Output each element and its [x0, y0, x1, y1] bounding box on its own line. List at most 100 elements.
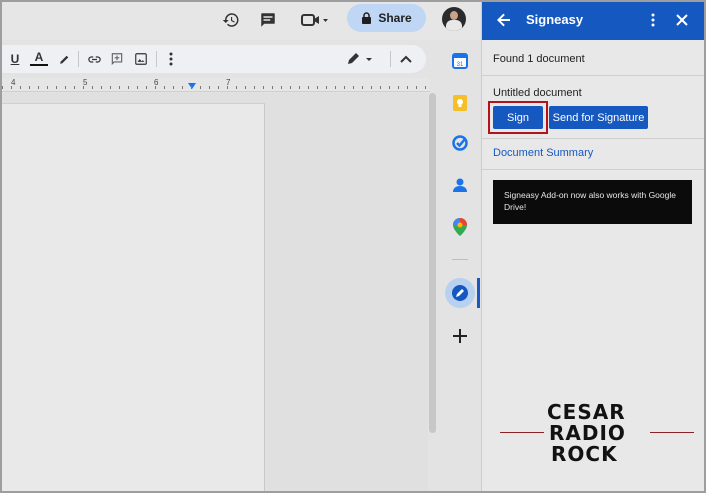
ruler-tick [290, 86, 291, 89]
editing-mode-icon[interactable] [344, 50, 376, 68]
maps-icon[interactable] [449, 216, 471, 238]
ruler-tick [272, 86, 273, 89]
ruler-tick [2, 86, 3, 89]
ruler-tick [38, 86, 39, 89]
docs-top-bar: Share [0, 0, 480, 40]
active-addon-indicator [477, 278, 480, 308]
ruler-tick [245, 86, 246, 89]
ruler-tick [128, 86, 129, 89]
lock-icon [362, 11, 372, 24]
link-icon[interactable] [86, 50, 102, 68]
ruler-tick [317, 86, 318, 89]
back-arrow-icon[interactable] [494, 10, 514, 30]
divider [482, 169, 705, 170]
ruler-tick [380, 86, 381, 89]
ruler-tick [218, 86, 219, 89]
ruler-tick [407, 86, 408, 89]
ruler-tick [326, 86, 327, 89]
ruler-tick [371, 86, 372, 89]
share-button[interactable]: Share [347, 4, 426, 32]
tasks-icon[interactable] [449, 132, 471, 154]
ruler-tick [353, 86, 354, 89]
keep-icon[interactable] [449, 92, 471, 114]
addon-notice-banner: Signeasy Add-on now also works with Goog… [493, 180, 692, 224]
ruler-tick [146, 86, 147, 89]
send-for-signature-button[interactable]: Send for Signature [549, 106, 648, 129]
share-label: Share [378, 11, 412, 25]
vertical-scrollbar[interactable] [429, 93, 436, 433]
ruler-tick [173, 86, 174, 89]
ruler-tick [398, 86, 399, 89]
panel-title: Signeasy [526, 12, 584, 27]
ruler-tick [20, 86, 21, 89]
ruler-tick [335, 86, 336, 89]
signeasy-addon-icon[interactable] [445, 278, 475, 308]
document-summary-link[interactable]: Document Summary [493, 147, 593, 159]
ruler-tick [191, 86, 192, 89]
add-comment-icon[interactable] [109, 50, 125, 68]
divider [482, 75, 705, 76]
insert-image-icon[interactable] [133, 50, 149, 68]
side-panel-divider [452, 259, 468, 260]
contacts-icon[interactable] [449, 174, 471, 196]
ruler-tick [83, 86, 84, 89]
highlight-pen-icon[interactable] [56, 50, 72, 68]
close-icon[interactable] [672, 10, 692, 30]
ruler-tick [164, 86, 165, 89]
version-history-icon[interactable] [220, 9, 242, 31]
ruler-tick [110, 86, 111, 89]
ruler-tick [362, 86, 363, 89]
ruler: 4 5 6 7 [0, 78, 430, 92]
ruler-tick [119, 86, 120, 89]
ruler-tick [254, 86, 255, 89]
ruler-tick [74, 86, 75, 89]
more-options-icon[interactable] [163, 50, 179, 68]
ruler-tick [47, 86, 48, 89]
calendar-icon[interactable]: 31 [449, 50, 471, 72]
ruler-tick [182, 86, 183, 89]
ruler-tick [137, 86, 138, 89]
indent-marker[interactable] [188, 83, 196, 89]
ruler-tick [281, 86, 282, 89]
ruler-tick [344, 86, 345, 89]
ruler-tick [425, 86, 426, 89]
panel-more-icon[interactable] [643, 10, 663, 30]
ruler-tick [236, 86, 237, 89]
ruler-tick [29, 86, 30, 89]
ruler-tick [92, 86, 93, 89]
ruler-tick [416, 86, 417, 89]
text-color-button[interactable]: A [30, 50, 48, 66]
watermark-text: ROCK [551, 442, 618, 466]
ruler-tick [11, 86, 12, 89]
ruler-tick [227, 86, 228, 89]
ruler-tick [65, 86, 66, 89]
ruler-tick [56, 86, 57, 89]
meet-icon[interactable] [296, 9, 332, 31]
ruler-tick [389, 86, 390, 89]
underline-button[interactable]: U [8, 50, 22, 68]
add-addon-icon[interactable] [449, 325, 471, 347]
sign-button[interactable]: Sign [493, 106, 543, 129]
document-page[interactable] [0, 103, 265, 493]
watermark-line [650, 432, 694, 433]
watermark-logo: CESAR RADIO ROCK [500, 400, 694, 466]
ruler-tick [200, 86, 201, 89]
ruler-tick [299, 86, 300, 89]
ruler-tick [155, 86, 156, 89]
document-canvas [0, 93, 428, 493]
found-documents-text: Found 1 document [493, 53, 585, 65]
avatar[interactable] [442, 7, 466, 31]
ruler-tick [209, 86, 210, 89]
ruler-tick [263, 86, 264, 89]
signeasy-header: Signeasy [482, 0, 705, 40]
divider [482, 138, 705, 139]
collapse-chevron-icon[interactable] [398, 50, 414, 68]
ruler-tick [308, 86, 309, 89]
ruler-tick [101, 86, 102, 89]
svg-text:31: 31 [457, 62, 464, 68]
format-toolbar: U A [0, 45, 426, 73]
comments-icon[interactable] [257, 9, 279, 31]
watermark-line [500, 432, 544, 433]
side-panel-strip: 31 [440, 40, 480, 493]
document-name: Untitled document [493, 87, 582, 99]
